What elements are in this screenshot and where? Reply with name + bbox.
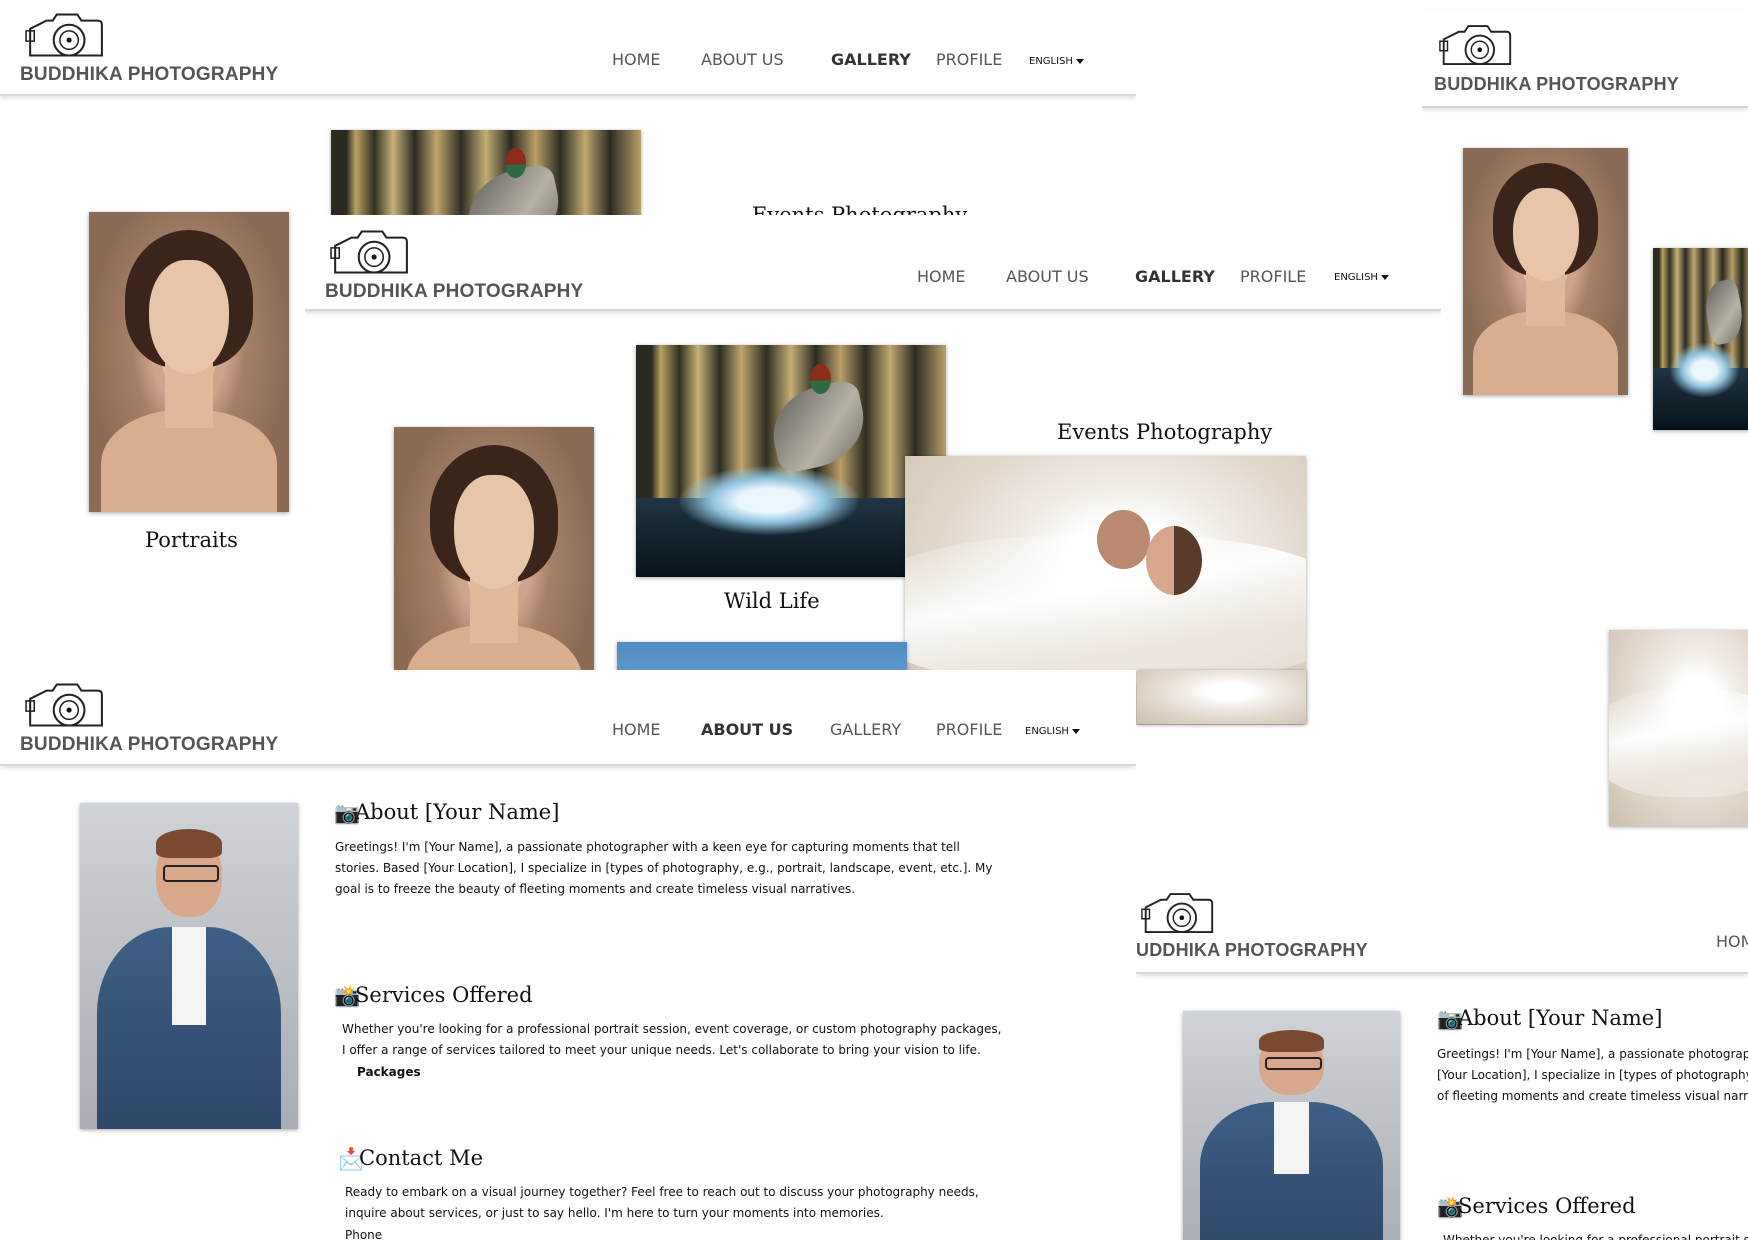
language-select[interactable]: ENGLISH [1334,272,1389,283]
profile-photo[interactable] [80,803,298,1129]
logo[interactable]: BUDDHIKA PHOTOGRAPHY [20,8,280,88]
camera-logo-icon [329,227,411,279]
envelope-emoji-icon: 📩 [338,1147,365,1171]
services-heading: 📸Services Offered [1437,1194,1636,1219]
events-photo[interactable] [1609,630,1748,826]
nav-gallery[interactable]: GALLERY [830,720,901,739]
brand-name: BUDDHIKA PHOTOGRAPHY [20,734,279,755]
logo[interactable]: BUDDHIKA PHOTOGRAPHY [1434,20,1694,100]
language-label: ENGLISH [1334,272,1378,283]
gallery-panel-right: BUDDHIKA PHOTOGRAPHY [1422,0,1748,860]
navbar: UDDHIKA PHOTOGRAPHY HOM [1136,874,1748,974]
caret-down-icon [1380,274,1389,280]
events-photo[interactable] [1137,670,1306,724]
nav-home[interactable]: HOME [612,50,661,69]
contact-heading: 📩Contact Me [338,1146,484,1171]
camera-flash-emoji-icon: 📸 [1437,1195,1464,1219]
language-label: ENGLISH [1025,726,1069,737]
logo[interactable]: UDDHIKA PHOTOGRAPHY [1136,888,1396,968]
nav-gallery[interactable]: GALLERY [831,50,911,69]
about-text-3: of fleeting moments and create timeless … [1437,1089,1748,1103]
about-heading: 📷About [Your Name] [334,800,560,825]
contact-text: Ready to embark on a visual journey toge… [345,1185,979,1220]
wildlife-photo[interactable] [1653,248,1748,430]
brand-name: BUDDHIKA PHOTOGRAPHY [1434,74,1680,94]
camera-logo-icon [24,680,106,732]
packages-link[interactable]: Packages [357,1065,421,1079]
caret-down-icon [1075,58,1084,64]
about-panel-right: UDDHIKA PHOTOGRAPHY HOM 📷About [Your Nam… [1136,874,1748,1240]
services-text: Whether you're looking for a professiona… [342,1022,1002,1057]
portrait-photo[interactable] [89,212,289,512]
nav-home[interactable]: HOME [612,720,661,739]
phone-label: Phone [345,1228,383,1240]
about-text-2: [Your Location], I specialize in [types … [1437,1068,1748,1082]
navbar: BUDDHIKA PHOTOGRAPHY HOME ABOUT US GALLE… [0,670,1136,766]
camera-emoji-icon: 📷 [1437,1007,1464,1031]
about-panel-left: BUDDHIKA PHOTOGRAPHY HOME ABOUT US GALLE… [0,670,1136,1240]
navbar: BUDDHIKA PHOTOGRAPHY HOME ABOUT US GALLE… [305,215,1441,311]
language-label: ENGLISH [1029,56,1073,67]
gallery-panel-center: BUDDHIKA PHOTOGRAPHY HOME ABOUT US GALLE… [305,215,1441,725]
nav-profile[interactable]: PROFILE [936,720,1002,739]
about-text-1: Greetings! I'm [Your Name], a passionate… [1437,1047,1748,1061]
nav-about[interactable]: ABOUT US [1006,267,1089,286]
language-select[interactable]: ENGLISH [1029,56,1084,67]
services-heading: 📸Services Offered [334,983,533,1008]
nav-home[interactable]: HOME [917,267,966,286]
services-text: Whether you're looking for a professiona… [1443,1233,1748,1240]
wildlife-photo[interactable] [636,345,946,577]
camera-logo-icon [1140,890,1216,938]
nav-about[interactable]: ABOUT US [701,720,793,739]
nav-profile[interactable]: PROFILE [1240,267,1306,286]
nav-home[interactable]: HOM [1716,932,1748,951]
portrait-photo[interactable] [1463,148,1628,395]
nav-gallery[interactable]: GALLERY [1135,267,1215,286]
camera-emoji-icon: 📷 [334,801,361,825]
camera-flash-emoji-icon: 📸 [334,984,361,1008]
caret-down-icon [1071,728,1080,734]
nav-about[interactable]: ABOUT US [701,50,784,69]
brand-name: BUDDHIKA PHOTOGRAPHY [20,64,279,85]
brand-name: UDDHIKA PHOTOGRAPHY [1136,940,1368,960]
about-heading: 📷About [Your Name] [1437,1006,1663,1031]
camera-logo-icon [1438,22,1514,70]
events-title: Events Photography [1057,420,1273,444]
wildlife-title: Wild Life [724,589,820,613]
navbar: BUDDHIKA PHOTOGRAPHY HOME ABOUT US GALLE… [0,0,1136,96]
camera-logo-icon [24,10,106,62]
navbar: BUDDHIKA PHOTOGRAPHY [1422,10,1748,108]
portraits-title: Portraits [145,528,238,552]
about-text: Greetings! I'm [Your Name], a passionate… [335,840,993,896]
logo[interactable]: BUDDHIKA PHOTOGRAPHY [20,678,280,758]
nav-profile[interactable]: PROFILE [936,50,1002,69]
profile-photo[interactable] [1183,1011,1400,1240]
language-select[interactable]: ENGLISH [1025,726,1080,737]
brand-name: BUDDHIKA PHOTOGRAPHY [325,281,584,302]
logo[interactable]: BUDDHIKA PHOTOGRAPHY [325,225,585,305]
